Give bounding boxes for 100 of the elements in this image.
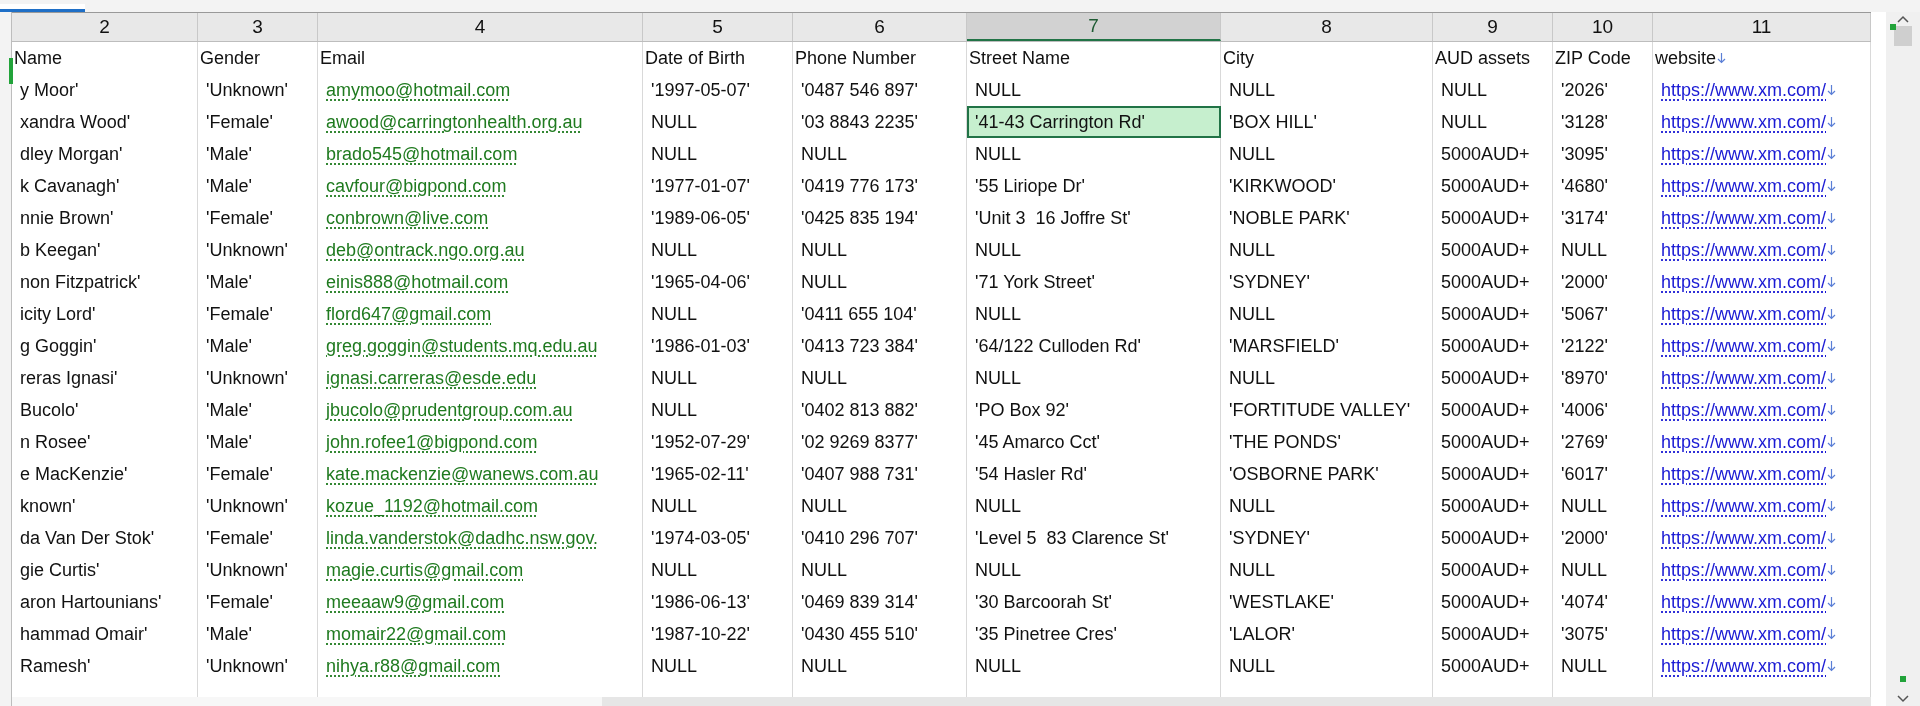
website-link[interactable]: https://www.xm.com/ bbox=[1661, 652, 1827, 680]
column-header[interactable]: 2 bbox=[12, 13, 198, 41]
table-cell: NULL bbox=[1221, 650, 1433, 682]
website-link[interactable]: https://www.xm.com/ bbox=[1661, 108, 1827, 136]
email-link[interactable]: momair22@gmail.com bbox=[326, 620, 507, 648]
website-link[interactable]: https://www.xm.com/ bbox=[1661, 364, 1827, 392]
table-cell: NULL bbox=[1221, 138, 1433, 170]
email-link[interactable]: meeaaw9@gmail.com bbox=[326, 588, 505, 616]
column-header[interactable]: 7 bbox=[967, 13, 1221, 41]
sheet-tab[interactable] bbox=[0, 4, 85, 12]
table-cell: 5000AUD+ bbox=[1433, 554, 1553, 586]
column-header[interactable]: 3 bbox=[198, 13, 318, 41]
table-cell: '54 Hasler Rd' bbox=[967, 458, 1221, 490]
table-cell: '0413 723 384' bbox=[793, 330, 967, 362]
table-cell: 'WESTLAKE' bbox=[1221, 586, 1433, 618]
scroll-up-icon[interactable] bbox=[1896, 14, 1910, 24]
column-header[interactable]: 9 bbox=[1433, 13, 1553, 41]
table-cell: e MacKenzie' bbox=[12, 458, 198, 490]
website-link[interactable]: https://www.xm.com/ bbox=[1661, 588, 1827, 616]
table-cell: NULL bbox=[793, 554, 967, 586]
website-link[interactable]: https://www.xm.com/ bbox=[1661, 332, 1827, 360]
table-cell: NULL bbox=[643, 298, 793, 330]
website-link[interactable]: https://www.xm.com/ bbox=[1661, 204, 1827, 232]
website-link[interactable]: https://www.xm.com/ bbox=[1661, 460, 1827, 488]
table-cell: '1965-04-06' bbox=[643, 266, 793, 298]
website-link[interactable]: https://www.xm.com/ bbox=[1661, 76, 1827, 104]
table-cell: gie Curtis' bbox=[12, 554, 198, 586]
website-link[interactable]: https://www.xm.com/ bbox=[1661, 236, 1827, 264]
down-arrow-icon bbox=[1827, 660, 1837, 672]
email-link[interactable]: ignasi.carreras@esde.edu bbox=[326, 364, 537, 392]
website-link[interactable]: https://www.xm.com/ bbox=[1661, 524, 1827, 552]
website-link[interactable]: https://www.xm.com/ bbox=[1661, 620, 1827, 648]
website-link[interactable]: https://www.xm.com/ bbox=[1661, 428, 1827, 456]
down-arrow-icon bbox=[1827, 276, 1837, 288]
column-heading: City bbox=[1223, 46, 1254, 70]
table-cell: '1952-07-29' bbox=[643, 426, 793, 458]
table-cell: '1986-06-13' bbox=[643, 586, 793, 618]
website-link[interactable]: https://www.xm.com/ bbox=[1661, 396, 1827, 424]
website-link[interactable]: https://www.xm.com/ bbox=[1661, 172, 1827, 200]
table-cell: 'THE PONDS' bbox=[1221, 426, 1433, 458]
table-cell: '2000' bbox=[1553, 266, 1653, 298]
table-cell: NULL bbox=[643, 490, 793, 522]
table-cell: g Goggin' bbox=[12, 330, 198, 362]
website-link[interactable]: https://www.xm.com/ bbox=[1661, 268, 1827, 296]
email-link[interactable]: magie.curtis@gmail.com bbox=[326, 556, 524, 584]
column-header[interactable]: 11 bbox=[1653, 13, 1871, 41]
email-link[interactable]: nihya.r88@gmail.com bbox=[326, 652, 501, 680]
email-link[interactable]: amymoo@hotmail.com bbox=[326, 76, 511, 104]
website-link[interactable]: https://www.xm.com/ bbox=[1661, 492, 1827, 520]
table-cell: NULL bbox=[793, 138, 967, 170]
table-cell: '3075' bbox=[1553, 618, 1653, 650]
table-cell: aron Hartounians' bbox=[12, 586, 198, 618]
horizontal-scrollbar[interactable] bbox=[12, 697, 1871, 706]
table-cell: 'Male' bbox=[198, 394, 318, 426]
table-cell: y Moor' bbox=[12, 74, 198, 106]
column-heading: Street Name bbox=[969, 46, 1071, 70]
website-link[interactable]: https://www.xm.com/ bbox=[1661, 556, 1827, 584]
website-link[interactable]: https://www.xm.com/ bbox=[1661, 140, 1827, 168]
table-cell: '5067' bbox=[1553, 298, 1653, 330]
table-cell: reras Ignasi' bbox=[12, 362, 198, 394]
email-link[interactable]: john.rofee1@bigpond.com bbox=[326, 428, 538, 456]
email-link[interactable]: cavfour@bigpond.com bbox=[326, 172, 507, 200]
email-link[interactable]: greg.goggin@students.mq.edu.au bbox=[326, 332, 598, 360]
scroll-marker bbox=[1900, 676, 1906, 682]
email-link[interactable]: jbucolo@prudentgroup.com.au bbox=[326, 396, 573, 424]
column-header[interactable]: 4 bbox=[318, 13, 643, 41]
table-cell: 5000AUD+ bbox=[1433, 266, 1553, 298]
table-cell: '0419 776 173' bbox=[793, 170, 967, 202]
table-cell: '02 9269 8377' bbox=[793, 426, 967, 458]
email-link[interactable]: awood@carringtonhealth.org.au bbox=[326, 108, 583, 136]
website-link[interactable]: https://www.xm.com/ bbox=[1661, 300, 1827, 328]
table-cell: 'KIRKWOOD' bbox=[1221, 170, 1433, 202]
table-cell: 'Unknown' bbox=[198, 234, 318, 266]
column-header[interactable]: 5 bbox=[643, 13, 793, 41]
table-cell: NULL bbox=[793, 650, 967, 682]
table-cell: '2000' bbox=[1553, 522, 1653, 554]
email-link[interactable]: kate.mackenzie@wanews.com.au bbox=[326, 460, 599, 488]
table-cell: known' bbox=[12, 490, 198, 522]
email-link[interactable]: brado545@hotmail.com bbox=[326, 140, 518, 168]
table-cell: '0425 835 194' bbox=[793, 202, 967, 234]
table-cell: 'Level 5 83 Clarence St' bbox=[967, 522, 1221, 554]
email-link[interactable]: linda.vanderstok@dadhc.nsw.gov. bbox=[326, 524, 599, 552]
column-heading: Gender bbox=[200, 46, 261, 70]
down-arrow-icon bbox=[1827, 180, 1837, 192]
column-header[interactable]: 10 bbox=[1553, 13, 1653, 41]
email-link[interactable]: deb@ontrack.ngo.org.au bbox=[326, 236, 525, 264]
scroll-down-icon[interactable] bbox=[1896, 694, 1910, 704]
email-link[interactable]: kozue_1192@hotmail.com bbox=[326, 492, 539, 520]
email-link[interactable]: einis888@hotmail.com bbox=[326, 268, 509, 296]
table-cell: b Keegan' bbox=[12, 234, 198, 266]
table-cell: 'Unknown' bbox=[198, 74, 318, 106]
column-heading: Phone Number bbox=[795, 46, 917, 70]
table-cell: 5000AUD+ bbox=[1433, 362, 1553, 394]
email-link[interactable]: flord647@gmail.com bbox=[326, 300, 492, 328]
table-cell: '4074' bbox=[1553, 586, 1653, 618]
vertical-scrollbar[interactable] bbox=[1886, 12, 1920, 706]
cursor-marker bbox=[9, 58, 13, 84]
table-cell: '0407 988 731' bbox=[793, 458, 967, 490]
column-header[interactable]: 8 bbox=[1221, 13, 1433, 41]
email-link[interactable]: conbrown@live.com bbox=[326, 204, 489, 232]
